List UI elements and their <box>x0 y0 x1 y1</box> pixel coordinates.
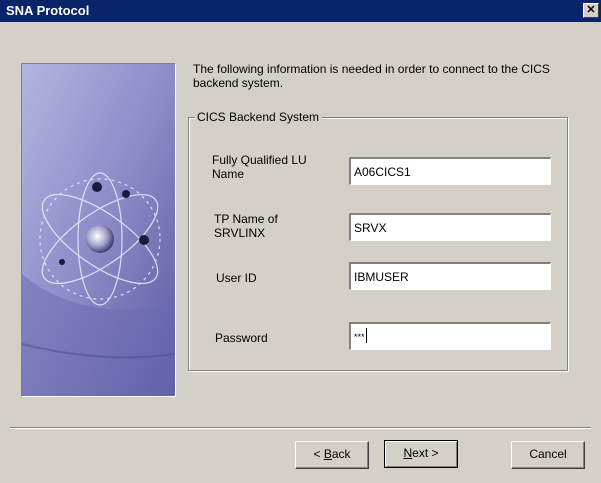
electron-icon <box>92 182 102 192</box>
button-separator <box>10 427 591 429</box>
lu-name-label: Fully Qualified LU Name <box>212 153 307 181</box>
tp-name-label: TP Name of SRVLINX <box>214 212 278 240</box>
next-button-rest: ext > <box>412 446 439 460</box>
groupbox-legend: CICS Backend System <box>195 110 323 124</box>
user-id-input[interactable] <box>349 262 551 290</box>
back-button[interactable]: < Back <box>295 441 369 469</box>
electron-icon <box>59 259 65 265</box>
lu-name-input[interactable] <box>349 157 551 185</box>
cancel-button[interactable]: Cancel <box>511 441 585 469</box>
title-bar: SNA Protocol ✕ <box>0 0 601 22</box>
nucleus-icon <box>86 225 114 253</box>
back-button-prefix: < <box>313 447 324 461</box>
back-button-mnemonic: B <box>323 447 332 461</box>
tp-name-input[interactable] <box>349 213 551 241</box>
atom-illustration <box>22 64 175 396</box>
electron-icon <box>122 190 130 198</box>
text-caret <box>366 328 367 343</box>
intro-text: The following information is needed in o… <box>193 62 550 90</box>
next-button[interactable]: Next > <box>384 440 458 468</box>
password-label: Password <box>215 331 268 345</box>
password-input[interactable] <box>349 322 551 350</box>
electron-icon <box>139 235 149 245</box>
window-title: SNA Protocol <box>6 3 90 18</box>
user-id-label: User ID <box>216 271 257 285</box>
back-button-rest: ack <box>331 447 351 461</box>
wizard-side-image <box>21 63 176 397</box>
close-button[interactable]: ✕ <box>583 3 599 18</box>
next-button-mnemonic: N <box>403 446 413 460</box>
